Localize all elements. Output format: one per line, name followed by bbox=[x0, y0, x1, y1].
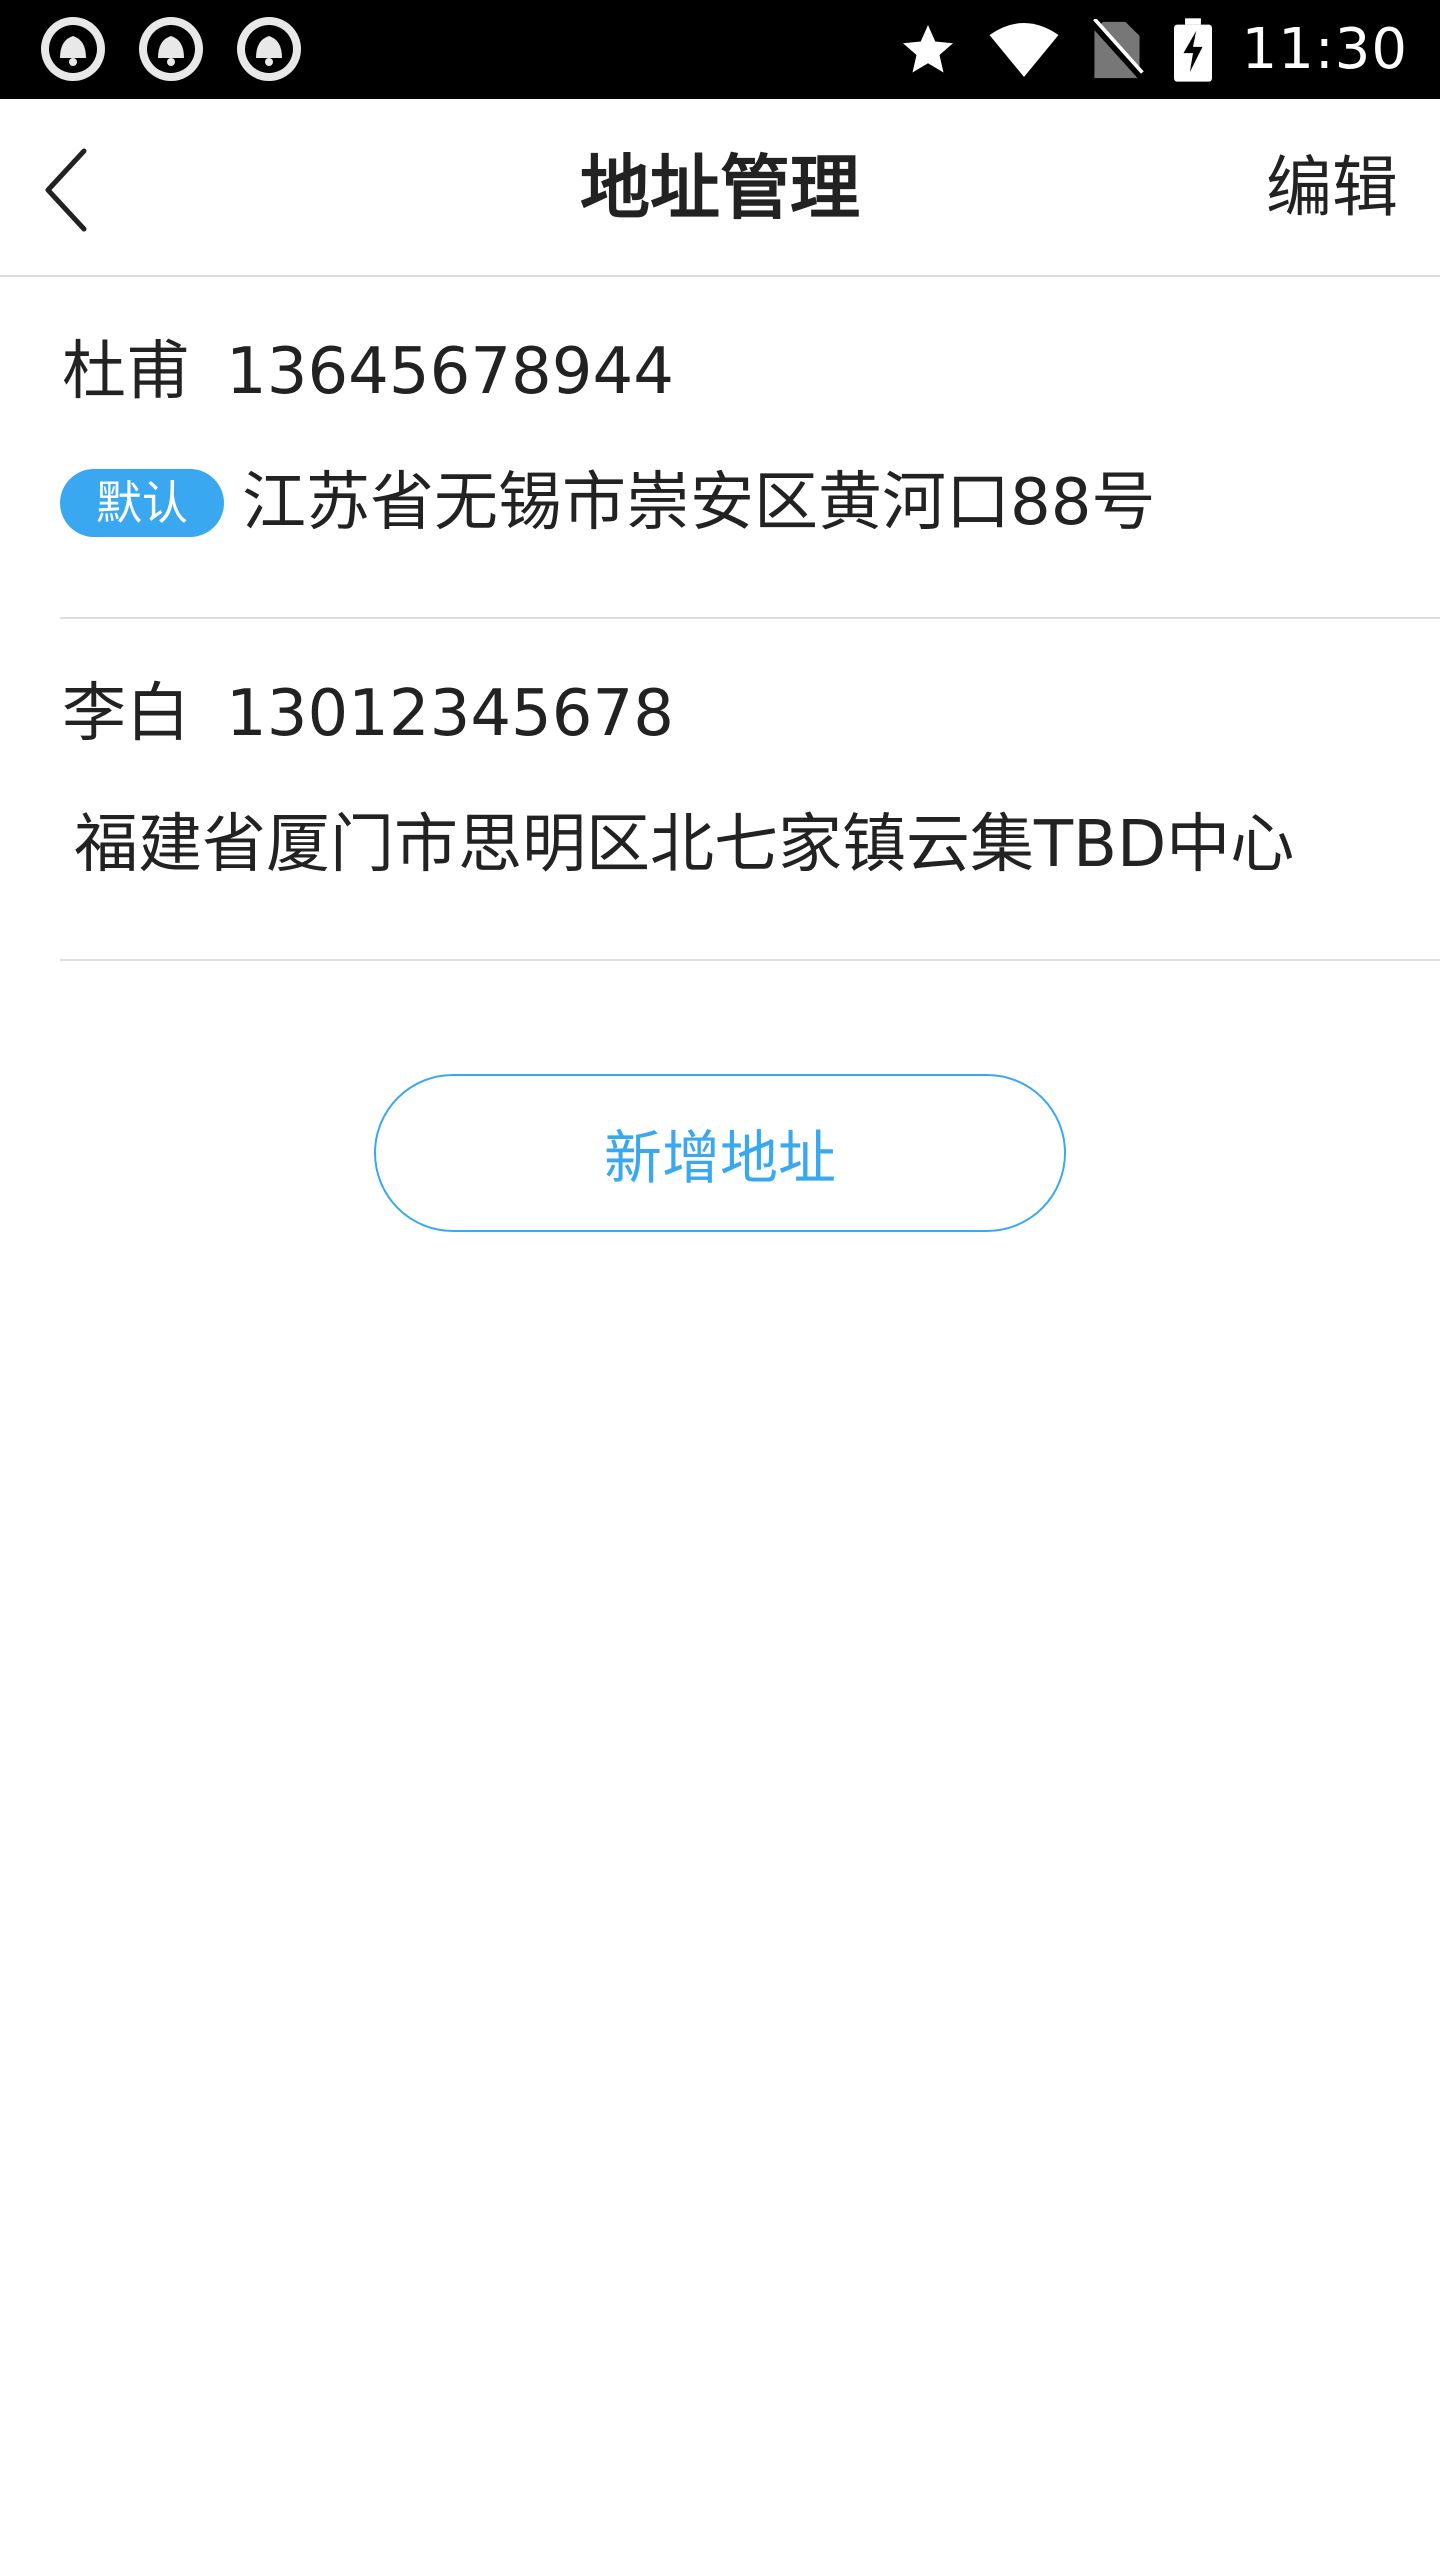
address-text: 福建省厦门市思明区北七家镇云集TBD中心 bbox=[74, 808, 1295, 882]
status-icons: 11:30 bbox=[898, 0, 1408, 99]
edit-button[interactable]: 编辑 bbox=[1266, 143, 1398, 233]
contact-line: 杜甫 13645678944 bbox=[62, 332, 674, 412]
add-address-button[interactable]: 新增地址 bbox=[374, 1074, 1066, 1232]
default-badge: 默认 bbox=[60, 469, 224, 537]
wifi-icon bbox=[989, 22, 1059, 77]
page-title: 地址管理 bbox=[580, 147, 860, 229]
no-sim-icon bbox=[1089, 18, 1144, 81]
address-line: 默认 江苏省无锡市崇安区黄河口88号 bbox=[60, 463, 1155, 543]
notification-icons bbox=[38, 14, 304, 84]
address-item[interactable]: 李白 13012345678 福建省厦门市思明区北七家镇云集TBD中心 bbox=[60, 619, 1440, 961]
app-notification-icon bbox=[41, 17, 105, 81]
battery-charging-icon bbox=[1173, 17, 1212, 82]
address-item[interactable]: 杜甫 13645678944 默认 江苏省无锡市崇安区黄河口88号 bbox=[60, 277, 1440, 619]
contact-line: 李白 13012345678 bbox=[62, 674, 674, 754]
status-bar: 11:30 bbox=[0, 0, 1440, 99]
contact-name: 李白 bbox=[62, 677, 190, 751]
contact-phone: 13012345678 bbox=[226, 677, 674, 751]
address-line: 福建省厦门市思明区北七家镇云集TBD中心 bbox=[60, 805, 1294, 885]
app-notification-icon bbox=[237, 17, 301, 81]
app-notification-icon bbox=[139, 17, 203, 81]
contact-name: 杜甫 bbox=[62, 335, 190, 409]
address-list: 杜甫 13645678944 默认 江苏省无锡市崇安区黄河口88号 李白 13012… bbox=[0, 277, 1440, 961]
star-icon bbox=[902, 24, 953, 72]
app-bar: 地址管理 编辑 bbox=[0, 99, 1440, 277]
contact-phone: 13645678944 bbox=[226, 335, 674, 409]
status-time: 11:30 bbox=[1241, 17, 1408, 82]
address-text: 江苏省无锡市崇安区黄河口88号 bbox=[242, 466, 1156, 540]
